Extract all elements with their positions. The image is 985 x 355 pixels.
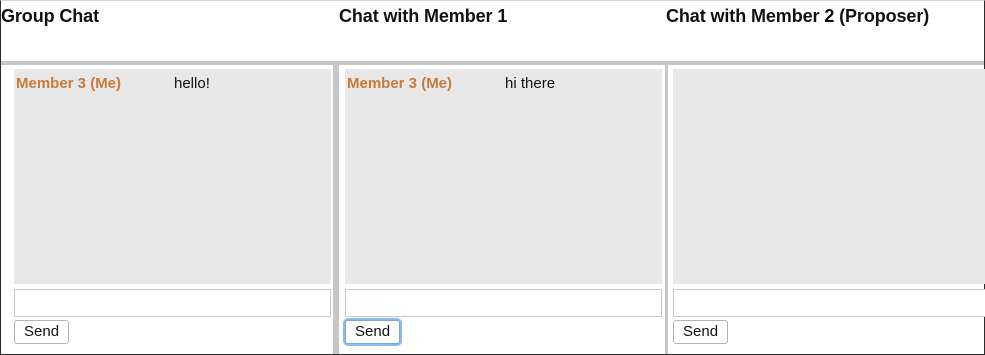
member-2-chat-messages — [673, 69, 985, 284]
message-sender: Member 3 (Me) — [16, 75, 122, 92]
group-chat-messages: Member 3 (Me) hello! — [14, 69, 331, 284]
member-2-chat-send-button[interactable]: Send — [673, 320, 729, 344]
member-1-chat-title: Chat with Member 1 — [339, 6, 508, 26]
member-1-chat-input[interactable] — [345, 289, 662, 317]
group-chat-panel: Member 3 (Me) hello! Send — [1, 65, 336, 354]
member-1-chat-send-button[interactable]: Send — [345, 320, 401, 344]
group-chat-title: Group Chat — [1, 6, 99, 26]
member-1-chat-messages: Member 3 (Me) hi there — [345, 69, 662, 284]
member-2-chat-input[interactable] — [673, 289, 985, 317]
group-chat-input[interactable] — [14, 289, 331, 317]
chat-message: Member 3 (Me) hi there — [345, 75, 662, 95]
member-1-chat-panel: Member 3 (Me) hi there Send — [336, 65, 665, 354]
message-text: hello! — [174, 75, 210, 92]
member-2-chat-panel: Send — [665, 65, 985, 354]
group-chat-send-button[interactable]: Send — [14, 320, 70, 344]
message-text: hi there — [505, 75, 556, 92]
message-sender: Member 3 (Me) — [347, 75, 453, 92]
member-2-chat-title: Chat with Member 2 (Proposer) — [666, 6, 930, 26]
chat-message: Member 3 (Me) hello! — [14, 75, 331, 95]
